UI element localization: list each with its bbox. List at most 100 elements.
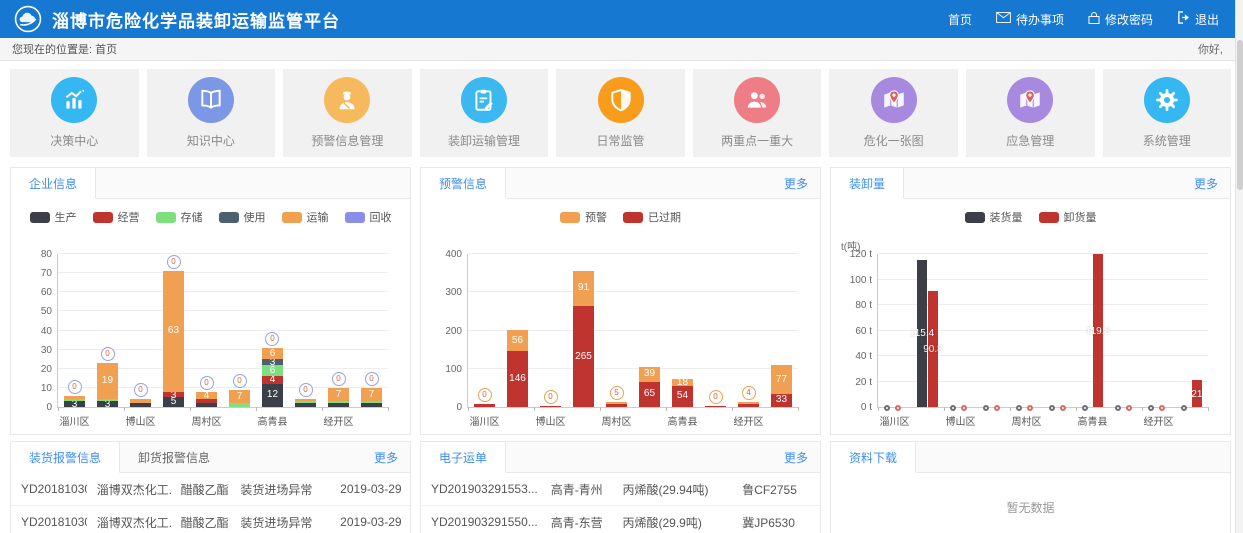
quick-nav-label: 日常监管 [597,132,645,149]
table-cell: 2019-03-29 [330,482,410,496]
table-cell: 2019-03-29 [330,515,410,529]
legend: 生产经营 存储使用 运输回收 [11,200,410,226]
bar-value-label: 119.8 [1076,326,1120,337]
tab-e-waybill[interactable]: 电子运单 [421,442,506,473]
panel-downloads: 资料下载 暂无数据 [830,441,1231,533]
legend-item[interactable]: 装货量 [965,209,1023,225]
more-link[interactable]: 更多 [784,175,820,192]
y-tick-label: 60 t [838,326,872,337]
legend-item[interactable]: 运输 [282,209,329,225]
y-tick-label: 0 [18,402,52,413]
loading-alarm-table: YD20181030...淄博双杰化工...醋酸乙酯装货进场异常2019-03-… [11,473,410,533]
quick-nav-decision-center[interactable]: 决策中心 [10,69,139,157]
quick-nav-daily-supervision[interactable]: 日常监管 [556,69,685,157]
app-header: 淄博市危险化学品装卸运输监管平台 首页 待办事项 修改密码 退出 [0,0,1243,38]
legend-label: 运输 [307,209,329,225]
tab-enterprise-info[interactable]: 企业信息 [11,168,96,199]
table-row[interactable]: YD20181030...淄博双杰化工...醋酸乙酯装货进场异常2019-03-… [11,506,410,533]
e-waybill-table: YD201903291553...高青-青州丙烯酸(29.94吨)鲁CF2755… [421,473,820,533]
quick-nav-knowledge-center[interactable]: 知识中心 [147,69,276,157]
clipboard-icon [461,77,507,123]
bar-segment [474,404,494,407]
marker-circle: 5 [610,386,624,400]
more-link[interactable]: 更多 [1194,175,1230,192]
page-title: 淄博市危险化学品装卸运输监管平台 [52,7,340,32]
y-tick-label: 100 t [838,275,872,286]
quick-nav-label: 危化一张图 [864,132,924,149]
marker-circle: 0 [478,388,492,402]
bar-segment: 3 [262,359,282,365]
x-tick-label: 周村区 [190,413,223,428]
table-row[interactable]: YD201903291550...高青-东营丙烯酸(29.9吨)冀JP6530 [421,506,820,533]
scrollbar[interactable] [1235,0,1243,533]
quick-nav-two-key-one-major[interactable]: 两重点一重大 [693,69,822,157]
bar-segment: 39 [639,367,659,382]
nav-logout[interactable]: 退出 [1177,11,1219,28]
legend-label: 存储 [181,209,203,225]
panel-warning-info: 预警信息 更多 预警已过期 0100200300400淄川区博山区周村区高青县经… [420,167,821,435]
legend-swatch [560,212,580,223]
x-tick-label: 博山区 [124,413,157,428]
quick-nav-row: 决策中心 知识中心 预警信息管理 装卸运输管理 日常监管 两重点一重大 危化一张… [0,61,1243,161]
legend: 装货量卸货量 [831,200,1230,226]
bar-segment: 19 [97,363,117,399]
breadcrumb-label: 您现在的位置是: [12,41,92,57]
legend-item[interactable]: 回收 [345,209,392,225]
y-tick-label: 100 [428,364,462,375]
tab-load-volume[interactable]: 装卸量 [831,168,904,199]
marker-circle: 0 [544,390,558,404]
y-tick-label: 10 [18,383,52,394]
x-tick-label: 经开区 [322,413,355,428]
nav-home[interactable]: 首页 [948,11,972,28]
panel-loading-alarm: 装货报警信息 卸货报警信息 更多 YD20181030...淄博双杰化工...醋… [10,441,411,533]
tab-downloads[interactable]: 资料下载 [831,442,916,473]
bar-segment: 265 [573,306,593,407]
table-cell: 醋酸乙酯 [171,514,231,531]
legend-item[interactable]: 已过期 [623,209,681,225]
breadcrumb-current[interactable]: 首页 [95,41,117,57]
marker-circle: 0 [200,376,214,390]
legend-item[interactable]: 生产 [30,209,77,225]
tab-warning-info[interactable]: 预警信息 [421,168,506,199]
table-row[interactable]: YD201903291553...高青-青州丙烯酸(29.94吨)鲁CF2755 [421,473,820,506]
y-tick-label: 80 t [838,300,872,311]
bar-segment: 7 [229,390,249,403]
lock-icon [1088,11,1100,27]
zero-marker [1049,405,1055,411]
table-cell: 鲁CF2755 [732,481,820,498]
table-cell: 淄博双杰化工... [87,514,171,531]
x-tick-label: 博山区 [944,413,977,428]
table-row[interactable]: YD20181030...淄博双杰化工...醋酸乙酯装货进场异常2019-03-… [11,473,410,506]
gear-icon [1144,77,1190,123]
zero-marker [983,405,989,411]
quick-nav-emergency-mgmt[interactable]: 应急管理 [966,69,1095,157]
tab-loading-alarm[interactable]: 装货报警信息 [11,442,120,473]
y-tick-label: 70 [18,268,52,279]
quick-nav-warning-info-mgmt[interactable]: 预警信息管理 [283,69,412,157]
quick-nav-label: 系统管理 [1143,132,1191,149]
bar-segment: 4 [262,376,282,384]
quick-nav-hazchem-map[interactable]: 危化一张图 [829,69,958,157]
zero-marker [884,405,890,411]
quick-nav-system-mgmt[interactable]: 系统管理 [1103,69,1232,157]
legend-item[interactable]: 使用 [219,209,266,225]
tab-unloading-alarm[interactable]: 卸货报警信息 [120,442,228,472]
legend-item[interactable]: 存储 [156,209,203,225]
bar-segment [229,403,249,407]
legend-item[interactable]: 经营 [93,209,140,225]
more-link[interactable]: 更多 [784,449,820,466]
logout-icon [1177,11,1190,27]
map-pin-icon [1007,77,1053,123]
bar-segment [295,403,315,407]
bar-segment: 3 [97,401,117,407]
quick-nav-transport-mgmt[interactable]: 装卸运输管理 [420,69,549,157]
empty-state-text: 暂无数据 [831,473,1230,516]
more-link[interactable]: 更多 [374,449,410,466]
nav-change-password[interactable]: 修改密码 [1088,11,1153,28]
nav-todo[interactable]: 待办事项 [996,11,1064,28]
x-tick-label: 经开区 [732,413,765,428]
legend-item[interactable]: 预警 [560,209,607,225]
tabbar: 资料下载 [831,442,1230,473]
legend-item[interactable]: 卸货量 [1039,209,1097,225]
scrollbar-thumb[interactable] [1237,40,1243,190]
